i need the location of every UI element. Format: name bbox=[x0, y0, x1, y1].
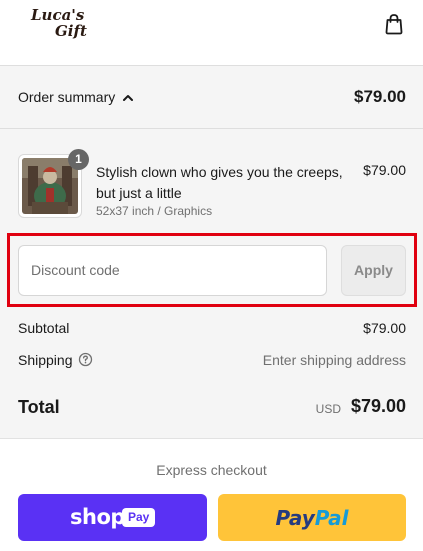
order-summary-label: Order summary bbox=[18, 89, 116, 105]
order-summary-toggle[interactable]: Order summary $79.00 bbox=[0, 66, 423, 129]
product-title: Stylish clown who gives you the creeps, … bbox=[96, 164, 343, 201]
header: Luca's Gift bbox=[0, 0, 423, 66]
logo-line1: Luca's bbox=[31, 6, 85, 24]
shipping-label: Shipping bbox=[18, 352, 73, 368]
logo-line2: Gift bbox=[55, 22, 87, 40]
discount-code-input[interactable]: Discount code bbox=[18, 245, 327, 296]
store-logo[interactable]: Luca's Gift bbox=[31, 8, 91, 40]
subtotal-value: $79.00 bbox=[363, 320, 406, 336]
product-price: $79.00 bbox=[363, 162, 406, 178]
paypal-word-part1: Pay bbox=[275, 506, 315, 530]
shopping-bag-icon[interactable] bbox=[382, 12, 406, 36]
paypal-word-part2: Pal bbox=[314, 506, 349, 530]
total-currency: USD bbox=[315, 402, 341, 416]
order-summary-total: $79.00 bbox=[354, 87, 406, 106]
subtotal-label: Subtotal bbox=[18, 320, 70, 336]
total-label: Total bbox=[18, 397, 60, 417]
help-circle-icon[interactable] bbox=[78, 352, 93, 367]
paypal-wordmark: PayPal bbox=[218, 506, 406, 530]
shop-pay-button[interactable]: shop Pay bbox=[18, 494, 207, 541]
total-value: $79.00 bbox=[350, 396, 406, 416]
shop-pay-pill: Pay bbox=[122, 508, 156, 527]
apply-discount-button[interactable]: Apply bbox=[341, 245, 406, 296]
product-variant: 52x37 inch / Graphics bbox=[96, 204, 213, 218]
quantity-badge: 1 bbox=[68, 149, 89, 170]
chevron-up-icon bbox=[123, 95, 133, 101]
express-checkout-label: Express checkout bbox=[156, 462, 267, 478]
shop-pay-wordmark: shop bbox=[70, 505, 125, 529]
paypal-button[interactable]: PayPal bbox=[218, 494, 406, 541]
order-details: 1 Stylish clown who gives you the creeps… bbox=[0, 129, 423, 439]
shipping-value: Enter shipping address bbox=[262, 352, 406, 368]
